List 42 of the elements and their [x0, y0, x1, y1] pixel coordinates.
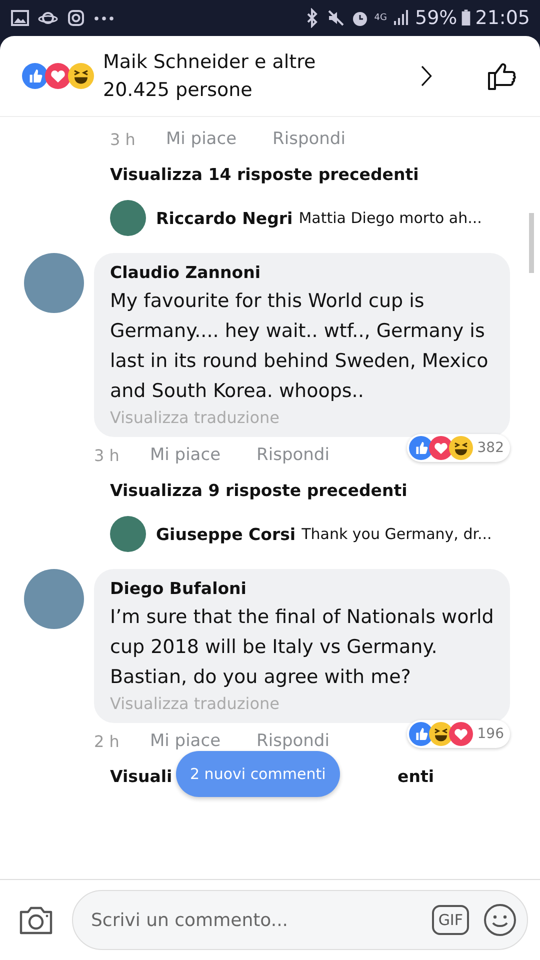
comment-author[interactable]: Claudio Zannoni	[110, 263, 494, 282]
network-type: 4G	[374, 13, 387, 23]
signal-icon	[391, 8, 411, 28]
mute-icon	[326, 8, 346, 28]
reply-text: Mattia Diego morto ah...	[298, 209, 482, 227]
comment-time: 3 h	[110, 130, 136, 148]
reaction-summary[interactable]: 196	[407, 720, 510, 748]
reply-author[interactable]: Giuseppe Corsi	[156, 524, 296, 544]
reply-text: Thank you Germany, dr...	[302, 525, 492, 543]
avatar-photo[interactable]	[110, 516, 146, 552]
comment-text: I’m sure that the final of Nationals world cup 2018 will be Italy vs Germany. Bastian, do you agree with me?	[110, 605, 494, 690]
heart-reaction-icon	[45, 63, 71, 89]
battery-percent: 59%	[415, 7, 458, 29]
comment-time: 3 h	[94, 446, 120, 464]
avatar-photo[interactable]	[110, 200, 146, 236]
reaction-summary[interactable]	[22, 63, 91, 89]
reaction-count: 382	[477, 440, 504, 456]
reaction-count: 196	[477, 726, 504, 742]
comment-text: My favourite for this World cup is Germany.... hey wait.. wtf.., Germany is last in its round behind Sweden, Mexico and South Korea. whoops..	[110, 289, 490, 404]
previous-replies-link[interactable]: Visuali	[24, 759, 172, 795]
like-reaction-icon	[22, 63, 48, 89]
reactions-text[interactable]: Maik Schneider e altre 20.425 persone	[103, 48, 353, 104]
comment-input-field[interactable]: Scrivi un commento... GIF	[72, 890, 528, 950]
heart-reaction-icon	[449, 722, 474, 746]
camera-icon[interactable]	[18, 904, 54, 936]
scrollbar	[529, 213, 534, 273]
previous-replies-link[interactable]: Visualizza 9 risposte precedenti	[24, 473, 510, 509]
previous-replies-link[interactable]: Visualizza 14 risposte precedenti	[24, 157, 510, 193]
battery-icon	[461, 9, 472, 27]
gif-button[interactable]: GIF	[432, 905, 469, 935]
gallery-icon	[10, 8, 30, 28]
clock: 21:05	[475, 7, 530, 29]
comment-author[interactable]: Diego Bufaloni	[110, 579, 494, 598]
camera-app-icon	[66, 8, 86, 28]
previous-replies-link[interactable]: enti	[398, 759, 434, 795]
reply-author[interactable]: Riccardo Negri	[156, 208, 293, 228]
reaction-summary[interactable]: 382	[407, 434, 510, 462]
more-icon	[94, 16, 114, 20]
laughing-reaction-icon	[68, 63, 94, 89]
smiley-icon[interactable]	[483, 903, 517, 937]
comment-time: 2 h	[94, 732, 120, 750]
laughing-reaction-icon	[449, 436, 474, 460]
